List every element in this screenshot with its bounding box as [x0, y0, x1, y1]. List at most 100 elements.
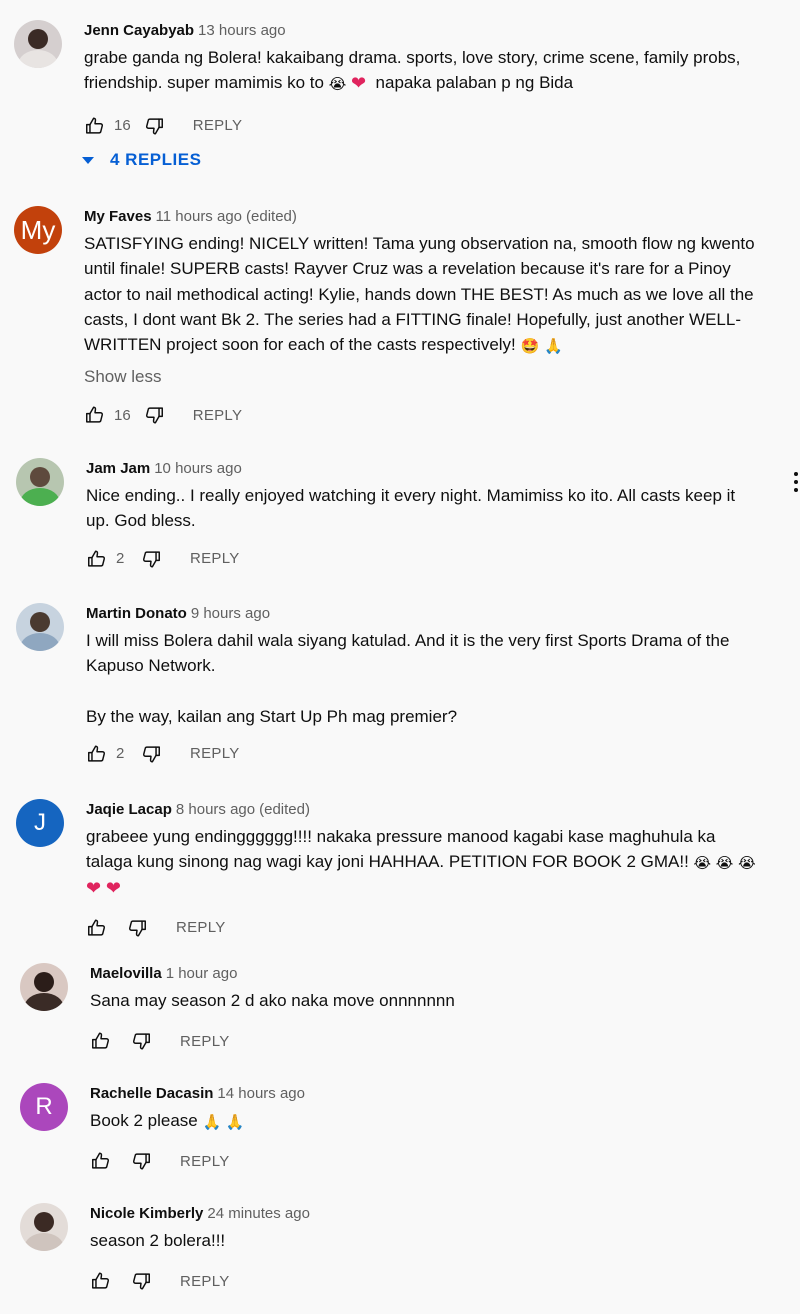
more-vert-icon[interactable] — [794, 472, 798, 492]
comment-actions: REPLY — [86, 914, 780, 942]
comment-actions: REPLY — [90, 1147, 780, 1175]
like-button[interactable] — [86, 917, 108, 939]
thumb-down-icon — [142, 746, 160, 763]
thumb-up-icon — [88, 550, 106, 567]
dislike-button[interactable] — [130, 1030, 152, 1052]
comment-actions: REPLY — [90, 1027, 780, 1055]
loudly-crying-face-icon: 😭 — [715, 855, 734, 873]
heart-icon: ❤ — [105, 877, 121, 898]
loudly-crying-face-icon: 😭 — [693, 855, 712, 873]
folded-hands-icon: 🙏 — [543, 338, 563, 356]
reply-button[interactable]: REPLY — [180, 1273, 230, 1290]
comment-text: season 2 bolera!!! — [90, 1231, 226, 1250]
comment-author[interactable]: Nicole Kimberly — [90, 1205, 203, 1222]
comment-time[interactable]: 8 hours ago — [176, 801, 255, 818]
avatar[interactable] — [14, 20, 62, 68]
comment-text: I will miss Bolera dahil wala siyang kat… — [86, 631, 730, 726]
comment-time[interactable]: 9 hours ago — [191, 605, 270, 622]
like-button[interactable] — [90, 1270, 112, 1292]
comment-author[interactable]: Maelovilla — [90, 965, 162, 982]
dislike-button[interactable] — [143, 404, 165, 426]
comment-time[interactable]: 11 hours ago — [156, 208, 242, 225]
comment-text: SATISFYING ending! NICELY written! Tama … — [84, 234, 755, 356]
star-struck-icon: 🤩 — [520, 338, 540, 356]
dislike-button[interactable] — [126, 917, 148, 939]
comment-text: grabeee yung endingggggg!!!! nakaka pres… — [86, 827, 756, 898]
thumb-up-icon — [88, 919, 106, 936]
view-replies-button[interactable]: 4 REPLIES — [82, 150, 201, 170]
heart-icon: ❤ — [86, 877, 102, 898]
thumb-up-icon — [92, 1152, 110, 1169]
like-count: 2 — [116, 745, 125, 763]
like-button[interactable] — [86, 743, 108, 765]
folded-hands-icon: 🙏 — [225, 1114, 245, 1131]
avatar[interactable]: R — [20, 1083, 68, 1131]
thumb-up-icon — [86, 406, 104, 424]
avatar[interactable] — [20, 1203, 68, 1251]
reply-button[interactable]: REPLY — [180, 1153, 230, 1170]
like-button[interactable] — [90, 1030, 112, 1052]
avatar[interactable]: My — [14, 206, 62, 254]
comment-author[interactable]: Rachelle Dacasin — [90, 1085, 213, 1102]
thumb-up-icon — [88, 745, 106, 762]
comment-author[interactable]: Jam Jam — [86, 460, 150, 477]
comment-actions: REPLY — [90, 1267, 780, 1295]
edited-label: (edited) — [259, 801, 310, 818]
triangle-down-icon — [82, 156, 94, 164]
avatar[interactable]: J — [16, 799, 64, 847]
comment-author[interactable]: My Faves — [84, 208, 152, 225]
avatar[interactable] — [20, 963, 68, 1011]
reply-button[interactable]: REPLY — [190, 745, 240, 762]
dislike-button[interactable] — [130, 1150, 152, 1172]
thumb-up-icon — [86, 117, 104, 134]
thumb-down-icon — [145, 407, 163, 425]
comment-text: grabe ganda ng Bolera! kakaibang drama. … — [84, 48, 741, 94]
heart-icon: ❤ — [350, 73, 367, 94]
thumb-down-icon — [128, 920, 146, 937]
reply-button[interactable]: REPLY — [176, 919, 226, 936]
reply-button[interactable]: REPLY — [193, 117, 243, 134]
comment-actions: 16 REPLY — [84, 112, 780, 140]
like-button[interactable] — [86, 548, 108, 570]
comment-text: Sana may season 2 d ako naka move onnnnn… — [90, 991, 455, 1010]
replies-label: 4 REPLIES — [110, 150, 202, 169]
thumb-down-icon — [145, 117, 163, 135]
comment-author[interactable]: Martin Donato — [86, 605, 187, 622]
dislike-button[interactable] — [130, 1270, 152, 1292]
thumb-up-icon — [92, 1032, 110, 1049]
like-count: 16 — [114, 117, 131, 135]
comment-text: Book 2 please 🙏 🙏 — [90, 1111, 245, 1131]
like-button[interactable] — [84, 115, 106, 137]
loudly-crying-face-icon: 😭 — [738, 855, 756, 873]
dislike-button[interactable] — [140, 743, 162, 765]
avatar[interactable] — [16, 603, 64, 651]
reply-button[interactable]: REPLY — [180, 1033, 230, 1050]
comment-author[interactable]: Jenn Cayabyab — [84, 22, 194, 39]
thumb-down-icon — [132, 1273, 150, 1290]
dislike-button[interactable] — [140, 548, 162, 570]
reply-button[interactable]: REPLY — [193, 407, 243, 424]
comment-time[interactable]: 24 minutes ago — [207, 1205, 310, 1222]
comment-author[interactable]: Jaqie Lacap — [86, 801, 172, 818]
thumb-down-icon — [142, 550, 160, 568]
comment-time[interactable]: 13 hours ago — [198, 22, 286, 39]
like-button[interactable] — [90, 1150, 112, 1172]
show-less-button[interactable]: Show less — [84, 365, 780, 389]
comment-time[interactable]: 1 hour ago — [166, 965, 238, 982]
edited-label: (edited) — [246, 208, 297, 225]
like-count: 2 — [116, 550, 125, 568]
thumb-up-icon — [92, 1272, 110, 1289]
avatar[interactable] — [16, 458, 64, 506]
comment-actions: 2 REPLY — [86, 545, 780, 573]
dislike-button[interactable] — [143, 115, 165, 137]
thumb-down-icon — [132, 1033, 150, 1050]
comment-actions: 2 REPLY — [86, 740, 780, 768]
comment-time[interactable]: 14 hours ago — [217, 1085, 305, 1102]
like-button[interactable] — [84, 404, 106, 426]
like-count: 16 — [114, 406, 131, 424]
comment-time[interactable]: 10 hours ago — [154, 460, 242, 477]
comment-text: Nice ending.. I really enjoyed watching … — [86, 486, 736, 531]
comment-actions: 16 REPLY — [84, 401, 780, 429]
reply-button[interactable]: REPLY — [190, 550, 240, 567]
folded-hands-icon: 🙏 — [202, 1114, 222, 1131]
